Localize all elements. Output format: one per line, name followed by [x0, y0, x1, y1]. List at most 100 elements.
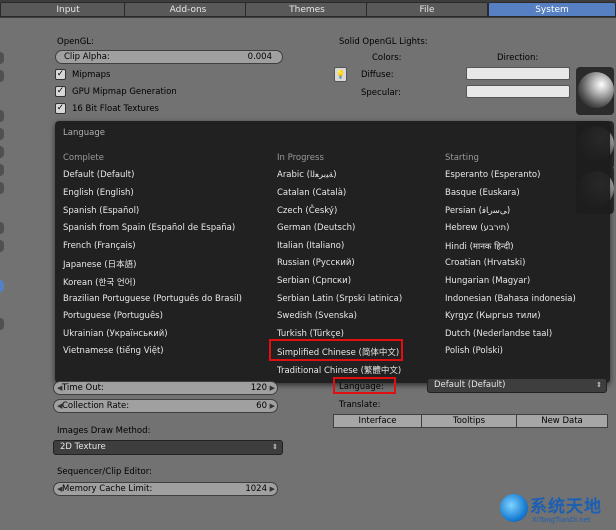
- language-option[interactable]: Czech (Český): [277, 206, 337, 216]
- colors-label: Colors:: [372, 53, 402, 63]
- clip-alpha-label: Clip Alpha:: [64, 52, 110, 62]
- gpu-mipmap-checkbox[interactable]: ✓: [55, 86, 66, 97]
- language-option[interactable]: Japanese (日本語): [63, 258, 136, 270]
- highlight-box: [333, 377, 396, 394]
- mipmaps-label: Mipmaps: [72, 70, 111, 80]
- collection-rate-value: 60: [256, 401, 267, 411]
- mipmaps-checkbox[interactable]: ✓: [55, 69, 66, 80]
- language-option[interactable]: French (Français): [63, 241, 136, 251]
- time-out-label: Time Out:: [62, 383, 104, 393]
- language-option[interactable]: English (English): [63, 188, 134, 198]
- edge-widget: [0, 164, 4, 176]
- float-textures-checkbox[interactable]: ✓: [55, 103, 66, 114]
- preferences-tab-bar: Input Add-ons Themes File System: [0, 0, 616, 18]
- language-option[interactable]: Russian (Русский): [277, 258, 355, 268]
- edge-widget: [0, 182, 4, 194]
- specular-label: Specular:: [361, 88, 401, 98]
- language-option[interactable]: Ukrainian (Український): [63, 329, 168, 339]
- edge-widget: [0, 280, 4, 292]
- language-option[interactable]: Hindi (मानक हिन्दी): [445, 241, 514, 252]
- tab-input[interactable]: Input: [0, 2, 136, 17]
- specular-color-swatch[interactable]: [466, 85, 570, 98]
- solid-lights-heading: Solid OpenGL Lights:: [339, 37, 428, 47]
- translate-tooltips-button[interactable]: Tooltips: [421, 414, 517, 428]
- time-out-slider[interactable]: ◀ Time Out: 120 ▶: [53, 381, 278, 395]
- language-option[interactable]: Vietnamese (tiếng Việt): [63, 346, 164, 356]
- language-option[interactable]: Traditional Chinese (繁體中文): [277, 364, 401, 376]
- language-option[interactable]: Dutch (Nederlandse taal): [445, 329, 552, 339]
- gpu-mipmap-label: GPU Mipmap Generation: [72, 87, 177, 97]
- edge-widget: [0, 52, 4, 64]
- language-option[interactable]: Indonesian (Bahasa indonesia): [445, 294, 576, 304]
- edge-widget: [0, 70, 4, 82]
- language-option[interactable]: Basque (Euskara): [445, 188, 520, 198]
- collection-rate-label: Collection Rate:: [62, 401, 130, 411]
- language-dropdown[interactable]: Default (Default) ⇕: [427, 378, 607, 393]
- language-dropdown-menu: Language Complete In Progress Starting D…: [55, 121, 610, 383]
- tab-file[interactable]: File: [366, 2, 488, 17]
- sequencer-heading: Sequencer/Clip Editor:: [57, 467, 152, 477]
- language-option[interactable]: Kyrgyz (Кыргыз тили): [445, 311, 541, 321]
- language-menu-title: Language: [63, 128, 105, 138]
- language-option[interactable]: Esperanto (Esperanto): [445, 170, 540, 180]
- collection-rate-slider[interactable]: ◀ Collection Rate: 60 ▶: [53, 399, 278, 413]
- tab-add-ons[interactable]: Add-ons: [124, 2, 252, 17]
- language-option[interactable]: Catalan (Català): [277, 188, 346, 198]
- increment-arrow-icon[interactable]: ▶: [270, 483, 275, 495]
- memory-cache-value: 1024: [245, 484, 267, 494]
- edge-widget: [0, 110, 4, 122]
- language-option[interactable]: Italian (Italiano): [277, 241, 344, 251]
- images-draw-value: 2D Texture: [60, 442, 106, 452]
- language-option[interactable]: Default (Default): [63, 170, 134, 180]
- memory-cache-label: Memory Cache Limit:: [62, 484, 153, 494]
- tab-themes[interactable]: Themes: [245, 2, 369, 17]
- light-direction-sphere[interactable]: [576, 67, 614, 115]
- opengl-heading: OpenGL:: [57, 37, 94, 47]
- language-option[interactable]: Polish (Polski): [445, 346, 503, 356]
- chevron-updown-icon: ⇕: [596, 381, 602, 389]
- translate-new-data-button[interactable]: New Data: [516, 414, 608, 428]
- tab-system[interactable]: System: [488, 2, 616, 17]
- chevron-updown-icon: ⇕: [272, 443, 278, 451]
- language-option[interactable]: Arabic (ﺔﻴﺑﺮﻌﻟﺍ): [277, 170, 337, 180]
- edge-widget: [0, 240, 4, 252]
- language-option[interactable]: Hebrew (תירבע): [445, 223, 509, 233]
- language-option[interactable]: Spanish (Español): [63, 206, 139, 216]
- language-option[interactable]: Korean (한국 언어): [63, 276, 136, 288]
- language-option[interactable]: Spanish from Spain (Español de España): [63, 223, 235, 233]
- edge-widget: [0, 318, 4, 330]
- language-option[interactable]: German (Deutsch): [277, 223, 355, 233]
- language-option[interactable]: Turkish (Türkçe): [277, 329, 344, 339]
- edge-widget: [0, 146, 4, 158]
- edge-widget: [0, 128, 4, 140]
- column-heading-in-progress: In Progress: [277, 153, 324, 163]
- watermark-url: XiTongTianDi.net: [532, 516, 591, 524]
- watermark-title: 系统天地: [530, 497, 602, 517]
- translate-interface-button[interactable]: Interface: [333, 414, 422, 428]
- globe-icon: [500, 494, 528, 522]
- edge-widget: [0, 222, 4, 234]
- increment-arrow-icon[interactable]: ▶: [270, 382, 275, 394]
- language-option[interactable]: Serbian Latin (Srpski latinica): [277, 294, 402, 304]
- language-option[interactable]: Hungarian (Magyar): [445, 276, 530, 286]
- memory-cache-slider[interactable]: ◀ Memory Cache Limit: 1024 ▶: [53, 482, 278, 496]
- diffuse-color-swatch[interactable]: [466, 67, 570, 80]
- time-out-value: 120: [250, 383, 267, 393]
- language-option[interactable]: Serbian (Српски): [277, 276, 351, 286]
- images-draw-method-dropdown[interactable]: 2D Texture ⇕: [53, 440, 283, 455]
- clip-alpha-value: 0.004: [247, 52, 272, 62]
- clip-alpha-slider[interactable]: Clip Alpha: 0.004: [55, 50, 283, 64]
- language-option[interactable]: Portuguese (Português): [63, 311, 163, 321]
- language-value: Default (Default): [434, 380, 506, 390]
- language-option[interactable]: Brazilian Portuguese (Português do Brasi…: [63, 294, 242, 304]
- language-option[interactable]: Croatian (Hrvatski): [445, 258, 525, 268]
- increment-arrow-icon[interactable]: ▶: [270, 400, 275, 412]
- float-textures-label: 16 Bit Float Textures: [72, 104, 159, 114]
- language-option[interactable]: Persian (ﯽﺳﺭﺎﻓ): [445, 206, 510, 216]
- watermark-logo: 系统天地 XiTongTianDi.net: [500, 492, 612, 528]
- sphere-icon: [578, 72, 614, 108]
- column-heading-complete: Complete: [63, 153, 104, 163]
- light-bulb-icon[interactable]: 💡: [334, 67, 347, 82]
- language-option[interactable]: Swedish (Svenska): [277, 311, 357, 321]
- diffuse-label: Diffuse:: [361, 70, 394, 80]
